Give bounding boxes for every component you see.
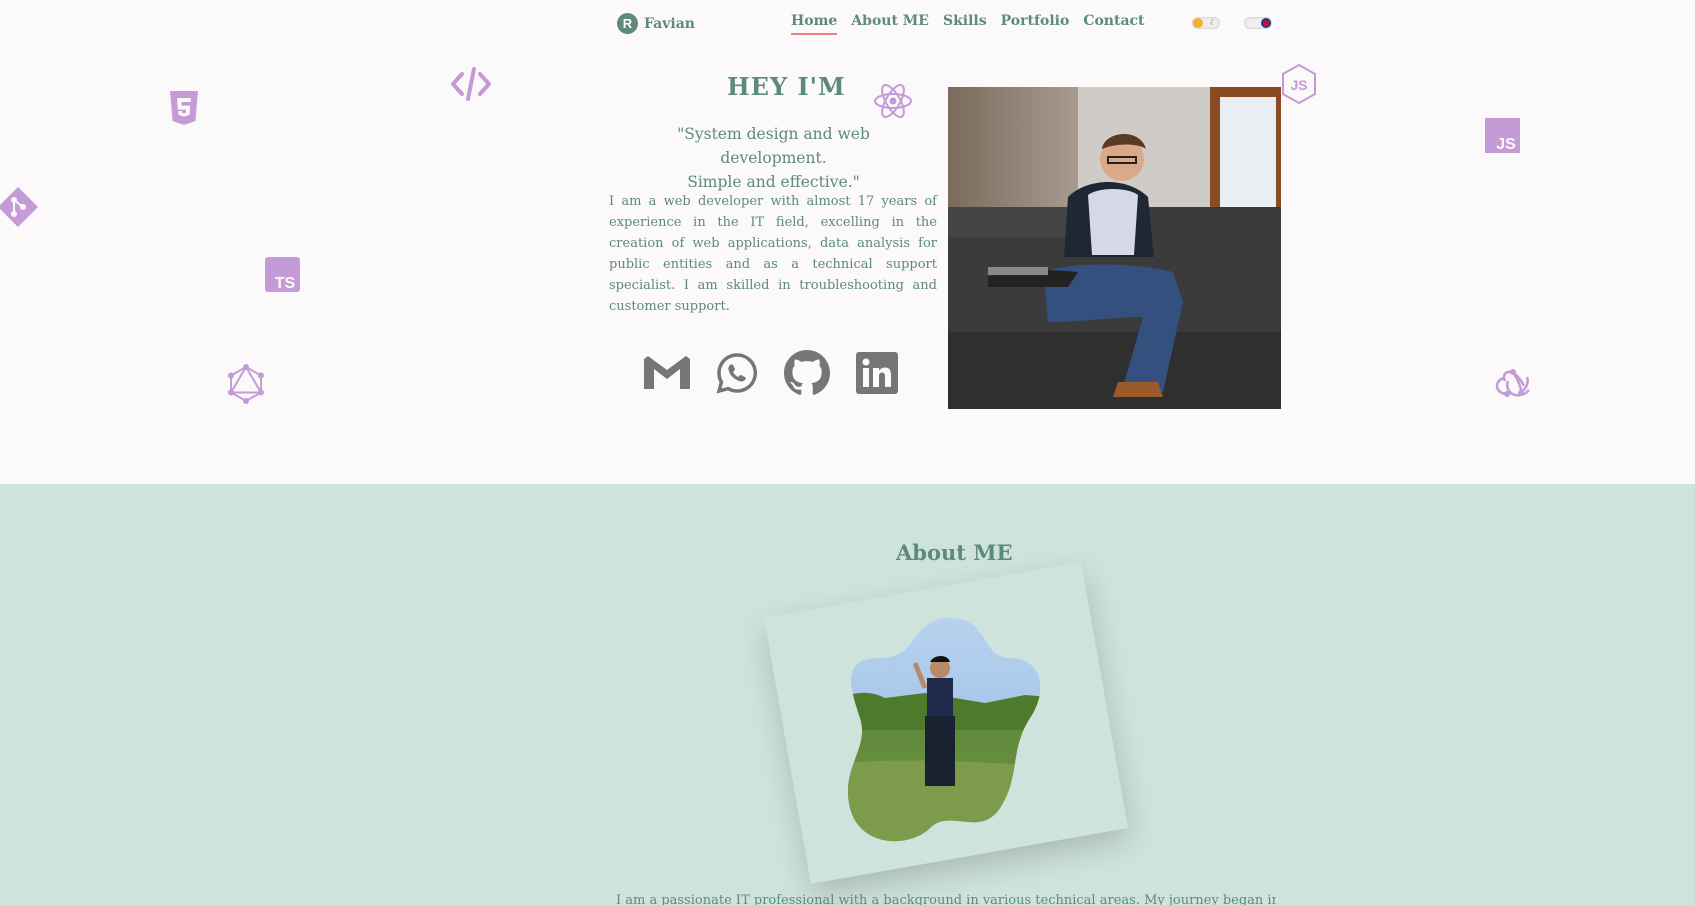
svg-text:JS: JS [1496,136,1516,153]
language-toggle[interactable] [1244,17,1272,29]
whatsapp-icon[interactable] [714,350,760,396]
github-icon[interactable] [784,350,830,396]
logo-text: Favian [644,15,695,32]
about-text: I am a passionate IT professional with a… [616,893,1276,905]
git-icon [0,187,38,231]
gmail-icon[interactable] [644,350,690,396]
uk-flag-icon [1261,18,1271,28]
about-section: About ME I am a passionate IT profession… [0,484,1695,905]
hero-bio: I am a web developer with almost 17 year… [609,194,937,314]
redux-icon [1494,364,1534,406]
nav-menu: Home About ME Skills Portfolio Contact [791,13,1145,35]
linkedin-icon[interactable] [854,350,900,396]
nav-skills[interactable]: Skills [943,13,987,35]
nav-portfolio[interactable]: Portfolio [1001,13,1070,35]
svg-text:JS: JS [1290,77,1307,93]
svg-text:TS: TS [275,275,296,292]
sun-icon [1193,18,1203,28]
logo[interactable]: R Favian [617,13,695,34]
social-links [644,350,900,396]
nav-about[interactable]: About ME [851,13,929,35]
hero-photo [948,87,1281,409]
react-icon [873,82,913,124]
hero-quote: "System design and web development. Simp… [627,122,920,194]
about-photo-frame [764,562,1128,884]
about-title: About ME [896,540,1013,565]
javascript-icon: JS [1485,118,1520,157]
theme-toggle[interactable]: ☾ [1192,17,1220,29]
typescript-icon: TS [265,257,300,296]
hero-title: HEY I'M [727,72,846,101]
moon-icon: ☾ [1209,18,1217,27]
logo-badge: R [617,13,638,34]
quote-line-1: "System design and web development. [677,125,870,167]
nodejs-icon: JS [1280,63,1318,109]
graphql-icon [227,364,265,408]
html5-icon [168,91,200,131]
code-icon [450,66,492,106]
nav-home[interactable]: Home [791,13,838,35]
nav-contact[interactable]: Contact [1083,13,1144,35]
navbar: R Favian Home About ME Skills Portfolio … [0,0,1695,46]
